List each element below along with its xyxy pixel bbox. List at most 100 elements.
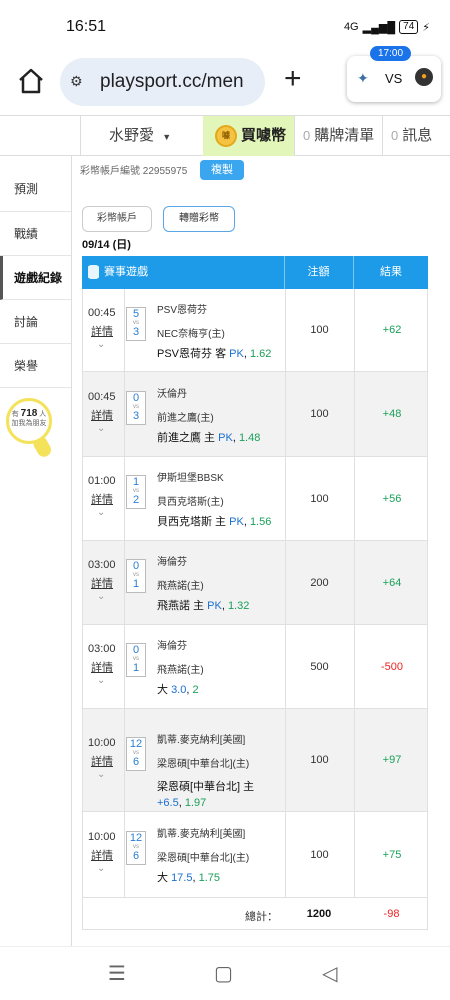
chevron-down-icon[interactable]: ⌄ (97, 769, 105, 780)
amount-cell: 100 (285, 289, 353, 371)
time-cell: 00:45 詳情 ⌄ (83, 289, 125, 371)
amount-cell: 100 (285, 372, 353, 456)
header-game: 賽事遊戲 (104, 266, 148, 278)
copy-button[interactable]: 複製 (200, 160, 244, 180)
details-link[interactable]: 詳情 (91, 491, 113, 507)
pick: 前進之鷹 主 PK, 1.48 (157, 431, 261, 444)
chevron-down-icon[interactable]: ⌄ (97, 863, 105, 874)
match-time: 01:00 (88, 475, 116, 487)
home-icon[interactable] (16, 66, 46, 96)
amount-cell: 100 (285, 709, 353, 811)
pick-odds: 2 (192, 684, 199, 696)
pick-team: 梁恩碩[中華台北] 主 (157, 780, 255, 793)
live-score-widget[interactable]: 17:00 ✦ VS ● (347, 46, 441, 102)
back-icon[interactable]: ◁ (322, 961, 337, 986)
signal-icon: ▂▄▆█ (362, 21, 396, 34)
messages-link[interactable]: 0 訊息 (382, 116, 450, 156)
score-away: 1 (132, 476, 140, 488)
details-link[interactable]: 詳情 (91, 659, 113, 675)
sidebar-item-discuss[interactable]: 討論 (0, 300, 71, 344)
pick-odds: 1.32 (227, 600, 250, 612)
chevron-down-icon[interactable]: ⌄ (97, 507, 105, 518)
details-link[interactable]: 詳情 (91, 407, 113, 423)
pick-team: 貝西克塔斯 主 (157, 516, 227, 528)
new-tab-button[interactable]: + (284, 62, 302, 96)
table-row: 10:00 詳情 ⌄ 12 vs 6 凱蒂.麥克納利[美國] 梁恩碩[中華台北](主) 梁恩碩[… (82, 709, 428, 812)
team-home: NEC奈梅亨(主) (157, 328, 225, 340)
pick: 飛燕諾 主 PK, 1.32 (157, 600, 250, 612)
details-link[interactable]: 詳情 (91, 323, 113, 339)
header-result: 結果 (353, 256, 428, 289)
date-label: 09/14 (日) (82, 239, 131, 251)
score-box: 1 vs 2 (126, 475, 146, 509)
url-field[interactable]: ⚙︎ playsport.cc/men (60, 58, 265, 106)
time-cell: 03:00 詳情 ⌄ (83, 541, 125, 624)
bulb-line2: 加我為朋友 (11, 420, 47, 427)
total-result: -98 (383, 908, 400, 920)
pick-odds: 1.56 (249, 516, 272, 528)
site-settings-icon[interactable]: ⚙︎ (70, 73, 83, 90)
match-time: 10:00 (88, 736, 116, 749)
header-amount: 注額 (284, 256, 352, 289)
team-away: 沃倫丹 (157, 388, 187, 400)
browser-address-bar: ⚙︎ playsport.cc/men + 17:00 ✦ VS ● (0, 46, 450, 116)
bulb-suffix: 人 (39, 411, 47, 418)
chevron-down-icon[interactable]: ⌄ (97, 591, 105, 602)
cart-link[interactable]: 0 購牌清單 (294, 116, 382, 156)
score-away: 12 (129, 737, 143, 750)
buy-coins-button[interactable]: 噱 買噱幣 (203, 116, 294, 156)
sidebar-item-record[interactable]: 戰績 (0, 212, 71, 256)
time-cell: 01:00 詳情 ⌄ (83, 457, 125, 540)
status-bar: 16:51 4G ▂▄▆█ 74 ⚡ (0, 0, 450, 52)
home-square-icon[interactable]: ▢ (214, 961, 233, 986)
score-away: 0 (132, 644, 140, 656)
pick-handicap: PK (207, 600, 222, 612)
result-cell: +48 (354, 372, 429, 456)
amount-cell: 100 (285, 812, 353, 897)
details-link[interactable]: 詳情 (91, 847, 113, 863)
result-cell: +97 (354, 709, 429, 811)
pick-team: 前進之鷹 主 (157, 431, 216, 444)
total-label: 總計： (245, 911, 278, 923)
menu-icon[interactable]: ☰ (108, 961, 126, 986)
amount-cell: 100 (285, 457, 353, 540)
team-away: 凱蒂.麥克納利[美國] (157, 734, 246, 746)
system-nav-bar: ☰ ▢ ◁ (0, 946, 450, 1000)
tab-coin-account[interactable]: 彩幣帳戶 (82, 206, 152, 232)
sidebar-item-game-log[interactable]: 遊戲紀錄 (0, 256, 71, 300)
chevron-down-icon[interactable]: ⌄ (97, 339, 105, 350)
pick-odds: 1.48 (238, 431, 261, 444)
pick-odds: 1.97 (184, 796, 207, 809)
score-box: 12 vs 6 (126, 736, 146, 771)
chevron-down-icon[interactable]: ⌄ (97, 675, 105, 686)
user-menu[interactable]: 水野愛 ▼ (80, 116, 203, 156)
score-home: 1 (132, 662, 140, 674)
details-link[interactable]: 詳情 (91, 753, 113, 769)
result-cell: +75 (354, 812, 429, 897)
pick: PSV恩荷芬 客 PK, 1.62 (157, 347, 272, 360)
pick-handicap: +6.5 (157, 796, 179, 809)
match-time: 00:45 (88, 390, 116, 403)
buy-label: 買噱幣 (241, 127, 287, 144)
score-box: 0 vs 1 (126, 559, 146, 593)
score-home: 6 (132, 850, 140, 862)
pick: 貝西克塔斯 主 PK, 1.56 (157, 516, 272, 528)
pick-handicap: PK (229, 516, 244, 528)
score-away: 12 (129, 832, 143, 844)
result-cell: +64 (354, 541, 429, 624)
team-away: PSV恩荷芬 (157, 304, 208, 316)
url-text[interactable]: playsport.cc/men (100, 71, 260, 93)
match-time: 10:00 (88, 831, 116, 843)
score-away: 5 (132, 307, 140, 320)
details-link[interactable]: 詳情 (91, 575, 113, 591)
pick-team: 大 (157, 872, 168, 884)
sidebar-item-honor[interactable]: 榮譽 (0, 344, 71, 388)
coin-icon: 噱 (215, 125, 237, 147)
pick: 梁恩碩[中華台北] 主 +6.5, 1.97 (157, 780, 255, 809)
sidebar-item-predict[interactable]: 預測 (0, 156, 71, 212)
pick-handicap: 17.5 (171, 872, 193, 884)
result-cell: -500 (354, 625, 429, 708)
chevron-down-icon[interactable]: ⌄ (97, 423, 105, 434)
table-row: 03:00 詳情 ⌄ 0 vs 1 海倫芬 飛燕諾(主) 飛燕諾 主 PK, 1.32 200 +6… (82, 541, 428, 625)
tab-transfer-coins[interactable]: 轉贈彩幣 (163, 206, 235, 232)
